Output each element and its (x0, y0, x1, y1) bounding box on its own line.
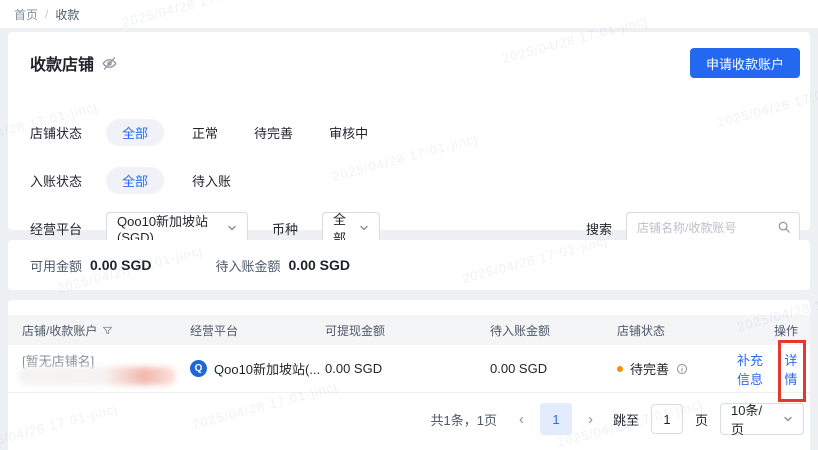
col-pending: 待入账金额 (490, 322, 617, 339)
entry-status-option-all[interactable]: 全部 (106, 166, 165, 194)
col-platform-label: 经营平台 (190, 323, 239, 338)
page-size-select[interactable]: 10条/页 (720, 403, 804, 437)
pagination: 共1条，1页 ‹ 1 › 跳至 页 10条/页 (8, 403, 810, 437)
currency-label: 币种 (272, 221, 299, 237)
apply-account-button[interactable]: 申请收款账户 (689, 48, 800, 78)
page-unit-label: 页 (694, 412, 708, 428)
actions-cell: 补充信息 详情 (737, 339, 806, 402)
page-title: 收款店铺 (30, 57, 95, 74)
annotation-highlight-box (778, 339, 806, 402)
info-circle-icon[interactable] (676, 363, 688, 375)
prev-page-icon[interactable]: ‹ (515, 411, 528, 428)
breadcrumb-home-link[interactable]: 首页 (14, 6, 38, 23)
store-status-filter: 店铺状态 全部 正常 待完善 审核中 (30, 118, 396, 146)
entry-status-label: 入账状态 (30, 173, 83, 189)
filter-funnel-icon[interactable] (102, 325, 113, 336)
col-withdrawable-label: 可提现金额 (325, 323, 386, 338)
col-actions: 操作 (737, 322, 798, 339)
col-actions-label: 操作 (773, 323, 798, 338)
search-icon[interactable] (777, 220, 791, 237)
store-status-label: 店铺状态 (30, 125, 83, 141)
platform-name: Qoo10新加坡站(... (214, 362, 321, 377)
withdrawable-amount: 0.00 SGD (325, 361, 383, 376)
detail-link[interactable]: 详情 (784, 353, 797, 387)
available-amount-label: 可用金额 (30, 258, 83, 274)
col-status-label: 店铺状态 (617, 323, 666, 338)
store-status-option-normal[interactable]: 正常 (184, 119, 226, 146)
col-pending-label: 待入账金额 (490, 323, 551, 338)
pagination-total: 共1条，1页 (430, 412, 497, 428)
title-row: 收款店铺 申请收款账户 (30, 48, 800, 78)
payment-stores-page: 2025/04/28 17:01-jincj 2025/04/28 17:01-… (0, 0, 818, 450)
status-badge: 待完善 (630, 362, 670, 377)
qoo10-logo-icon: Q (190, 360, 207, 377)
col-store-account-label: 店铺/收款账户 (22, 323, 98, 338)
platform-label: 经营平台 (30, 221, 83, 237)
pending-amount-label: 待入账金额 (215, 258, 281, 274)
jump-to-label: 跳至 (612, 412, 639, 428)
page-1-button[interactable]: 1 (539, 403, 572, 435)
store-cell: [暂无店铺名] (18, 345, 190, 392)
breadcrumb: 首页 / 收款 (0, 0, 818, 28)
pending-amount: 0.00 SGD (490, 361, 548, 376)
table-header: 店铺/收款账户 经营平台 可提现金额 待入账金额 店铺状态 操作 (8, 315, 810, 345)
breadcrumb-current: 收款 (55, 7, 80, 22)
status-dot (617, 365, 623, 372)
col-status: 店铺状态 (617, 322, 737, 339)
chevron-down-icon (359, 223, 369, 233)
available-amount-value: 0.00 SGD (90, 257, 152, 273)
entry-status-filter: 入账状态 全部 待入账 (30, 166, 259, 194)
chevron-down-icon (227, 223, 237, 233)
entry-status-option-pending[interactable]: 待入账 (184, 167, 239, 194)
store-status-option-reviewing[interactable]: 审核中 (321, 119, 376, 146)
supplement-info-link[interactable]: 补充信息 (737, 350, 764, 388)
store-status-option-incomplete[interactable]: 待完善 (246, 119, 301, 146)
chevron-down-icon (783, 414, 793, 424)
redacted-account-number (18, 367, 176, 385)
next-page-icon[interactable]: › (584, 411, 597, 428)
platform-cell: Q Qoo10新加坡站(... (190, 359, 325, 378)
eye-off-icon[interactable] (102, 56, 117, 71)
search-label: 搜索 (585, 221, 612, 237)
pending-amount-value: 0.00 SGD (288, 257, 350, 273)
store-status-option-all[interactable]: 全部 (106, 118, 165, 146)
status-cell: 待完善 (617, 359, 737, 378)
table-row: [暂无店铺名] Q Qoo10新加坡站(... 0.00 SGD 0.00 SG… (8, 339, 810, 402)
filters-card: 收款店铺 申请收款账户 店铺状态 全部 正常 待完善 审核中 入账状态 全部 待… (8, 32, 810, 246)
page-size-value: 10条/页 (731, 403, 763, 437)
summary-card: 可用金额 0.00 SGD 待入账金额 0.00 SGD (8, 240, 810, 290)
table-card: 店铺/收款账户 经营平台 可提现金额 待入账金额 店铺状态 操作 [暂无店铺名]… (8, 300, 810, 450)
col-store-account: 店铺/收款账户 (22, 322, 190, 339)
col-withdrawable: 可提现金额 (325, 322, 490, 339)
breadcrumb-separator: / (45, 7, 49, 21)
jump-page-input[interactable] (650, 404, 683, 434)
col-platform: 经营平台 (190, 322, 325, 339)
